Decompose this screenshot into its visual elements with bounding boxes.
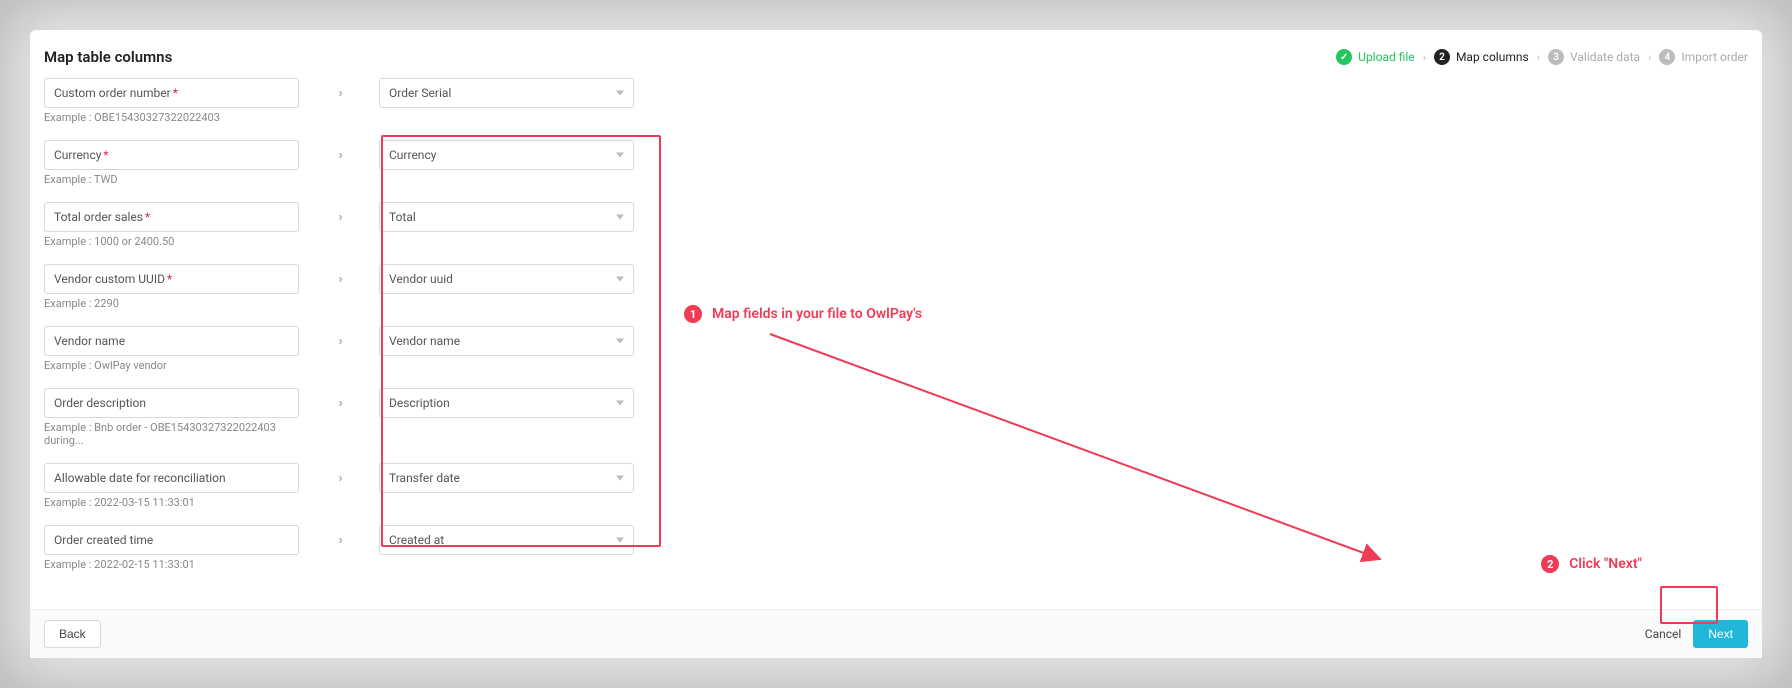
mapping-row: Total order sales Example : 1000 or 2400.… (44, 202, 1748, 258)
annotation-callout-2: 2 Click "Next" (1541, 555, 1642, 573)
maps-to-icon: ›› (329, 140, 349, 163)
maps-to-icon: ›› (329, 463, 349, 486)
step-number-icon: 3 (1548, 49, 1564, 65)
target-column-select[interactable]: Currency (379, 140, 634, 170)
maps-to-icon: ›› (329, 264, 349, 287)
target-field-block: Vendor name (379, 326, 634, 356)
step-upload-file: ✓ Upload file (1336, 49, 1414, 65)
step-import-order: 4 Import order (1659, 49, 1748, 65)
mapping-content: Custom order number Example : OBE15430327… (30, 78, 1762, 609)
source-field-block: Total order sales Example : 1000 or 2400.… (44, 202, 299, 258)
step-validate-data: 3 Validate data (1548, 49, 1640, 65)
example-text: Example : OwlPay vendor (44, 359, 299, 372)
example-text: Example : TWD (44, 173, 299, 186)
annotation-number-badge: 1 (684, 305, 702, 323)
target-column-select[interactable]: Vendor name (379, 326, 634, 356)
target-field-block: Vendor uuid (379, 264, 634, 294)
source-field-input[interactable]: Custom order number (44, 78, 299, 108)
step-label: Map columns (1456, 50, 1529, 64)
progress-steps: ✓ Upload file › 2 Map columns › 3 Valida… (1336, 49, 1748, 65)
header: Map table columns ✓ Upload file › 2 Map … (30, 30, 1762, 78)
chevron-right-icon: › (1423, 51, 1426, 64)
example-text: Example : 2290 (44, 297, 299, 310)
example-text: Example : 2022-03-15 11:33:01 (44, 496, 299, 509)
back-button[interactable]: Back (44, 620, 101, 648)
annotation-text: Map fields in your file to OwlPay's (712, 306, 922, 322)
check-icon: ✓ (1336, 49, 1352, 65)
target-field-block: Currency (379, 140, 634, 170)
cancel-button[interactable]: Cancel (1645, 627, 1682, 641)
source-field-block: Vendor name Example : OwlPay vendor (44, 326, 299, 382)
footer: Back Cancel Next (30, 609, 1762, 658)
target-field-block: Description (379, 388, 634, 418)
maps-to-icon: ›› (329, 202, 349, 225)
maps-to-icon: ›› (329, 525, 349, 548)
target-column-select[interactable]: Created at (379, 525, 634, 555)
step-map-columns: 2 Map columns (1434, 49, 1529, 65)
source-field-input[interactable]: Total order sales (44, 202, 299, 232)
next-button[interactable]: Next (1693, 620, 1748, 648)
target-field-block: Order Serial (379, 78, 634, 108)
target-field-block: Created at (379, 525, 634, 555)
target-column-select[interactable]: Total (379, 202, 634, 232)
step-label: Validate data (1570, 50, 1640, 64)
annotation-number-badge: 2 (1541, 555, 1559, 573)
target-column-select[interactable]: Description (379, 388, 634, 418)
source-field-input[interactable]: Order created time (44, 525, 299, 555)
step-label: Upload file (1358, 50, 1414, 64)
target-field-block: Total (379, 202, 634, 232)
source-field-block: Currency Example : TWD (44, 140, 299, 196)
mapping-row: Custom order number Example : OBE15430327… (44, 78, 1748, 134)
chevron-right-icon: › (1537, 51, 1540, 64)
step-number-icon: 4 (1659, 49, 1675, 65)
mapping-row: Allowable date for reconciliation Example… (44, 463, 1748, 519)
target-column-select[interactable]: Vendor uuid (379, 264, 634, 294)
chevron-right-icon: › (1648, 51, 1651, 64)
step-number-icon: 2 (1434, 49, 1450, 65)
source-field-input[interactable]: Vendor name (44, 326, 299, 356)
maps-to-icon: ›› (329, 78, 349, 101)
footer-actions: Cancel Next (1645, 620, 1748, 648)
source-field-block: Order created time Example : 2022-02-15 1… (44, 525, 299, 581)
example-text: Example : 2022-02-15 11:33:01 (44, 558, 299, 571)
source-field-block: Custom order number Example : OBE15430327… (44, 78, 299, 134)
annotation-callout-1: 1 Map fields in your file to OwlPay's (684, 305, 922, 323)
target-column-select[interactable]: Transfer date (379, 463, 634, 493)
example-text: Example : 1000 or 2400.50 (44, 235, 299, 248)
mapping-row: Order description Example : Bnb order - O… (44, 388, 1748, 457)
page-title: Map table columns (44, 48, 172, 66)
mapping-row: Order created time Example : 2022-02-15 1… (44, 525, 1748, 581)
app-window: Map table columns ✓ Upload file › 2 Map … (30, 30, 1762, 658)
target-field-block: Transfer date (379, 463, 634, 493)
mapping-row: Vendor name Example : OwlPay vendor ›› Vend… (44, 326, 1748, 382)
source-field-input[interactable]: Order description (44, 388, 299, 418)
target-column-select[interactable]: Order Serial (379, 78, 634, 108)
example-text: Example : OBE15430327322022403 (44, 111, 299, 124)
example-text: Example : Bnb order - OBE154303273220224… (44, 421, 299, 447)
mapping-row: Currency Example : TWD ›› Currency (44, 140, 1748, 196)
source-field-block: Order description Example : Bnb order - O… (44, 388, 299, 457)
annotation-text: Click "Next" (1569, 556, 1642, 572)
maps-to-icon: ›› (329, 326, 349, 349)
step-label: Import order (1681, 50, 1748, 64)
maps-to-icon: ›› (329, 388, 349, 411)
source-field-input[interactable]: Vendor custom UUID (44, 264, 299, 294)
source-field-block: Allowable date for reconciliation Example… (44, 463, 299, 519)
source-field-input[interactable]: Allowable date for reconciliation (44, 463, 299, 493)
source-field-block: Vendor custom UUID Example : 2290 (44, 264, 299, 320)
source-field-input[interactable]: Currency (44, 140, 299, 170)
